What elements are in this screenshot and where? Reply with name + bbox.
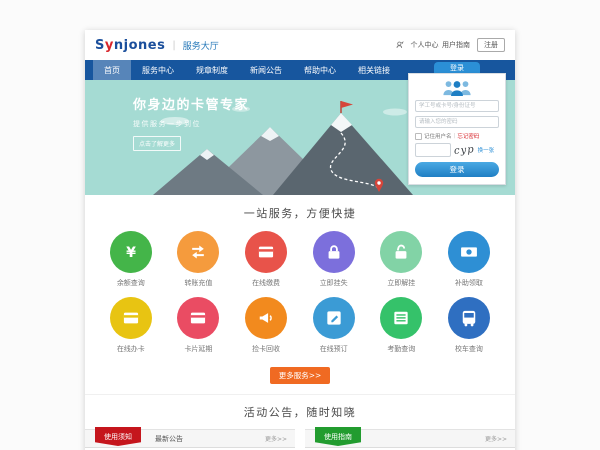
users-group-icon [440,79,474,96]
remember-row: 记住用户名 | 忘记密码 [415,132,499,140]
logo: Synjones [95,38,165,53]
page: Synjones | 服务大厅 个人中心 用户指南 注册 首页服务中心规章制度新… [0,0,600,450]
header-link-0[interactable]: 个人中心 [411,41,439,49]
service-label: 校车查询 [435,344,503,354]
usage-notice-tab[interactable]: 使用须知 [95,427,141,446]
login-row-divider: | [454,133,456,139]
services-section: 一站服务，方便快捷 ¥ 余额查询转账充值在线缴费立即挂失立即解挂补助领取在线办卡卡… [85,195,515,394]
more-services-button[interactable]: 更多服务>> [270,367,331,384]
notice-panel-header: 使用须知 最新公告 更多>> [85,429,295,448]
username-input[interactable] [415,100,499,112]
service-label: 立即解挂 [368,278,436,288]
latest-announcements-tab[interactable]: 最新公告 [155,434,183,444]
captcha-input[interactable] [415,143,451,157]
header-link-1[interactable]: 用户指南 [442,41,470,49]
guide-panel: 使用指南 更多>> [305,429,515,448]
nav-item-3[interactable]: 新闻公告 [239,60,293,80]
service-label: 卡片延期 [165,344,233,354]
site-tagline: 服务大厅 [183,39,219,52]
bus-icon [448,297,490,339]
nav-item-4[interactable]: 帮助中心 [293,60,347,80]
services-grid: ¥ 余额查询转账充值在线缴费立即挂失立即解挂补助领取在线办卡卡片延期捡卡回收在线预… [85,231,515,363]
service-label: 在线预订 [300,344,368,354]
captcha-row: cyp 换一张 [415,143,499,157]
notice-panel: 使用须知 最新公告 更多>> [85,429,295,448]
hero-subtitle: 提供服务一步到位 [133,119,249,129]
svg-text:¥: ¥ [126,245,136,261]
hero-title: 你身边的卡管专家 [133,94,249,113]
service-label: 在线缴费 [232,278,300,288]
site-container: Synjones | 服务大厅 个人中心 用户指南 注册 首页服务中心规章制度新… [85,30,515,450]
nav-item-2[interactable]: 规章制度 [185,60,239,80]
card-icon [245,231,287,273]
logo-text-prefix: S [95,38,105,53]
banknote-icon [448,231,490,273]
notice-more-link[interactable]: 更多>> [265,434,287,443]
edit-icon [313,297,355,339]
announcements-title: 活动公告，随时知晓 [85,404,515,420]
person-icon [396,41,404,49]
announcement-panels: 使用须知 最新公告 更多>> 使用指南 更多>> [85,429,515,450]
header-right: 个人中心 用户指南 注册 [396,38,506,52]
logo-text-suffix: njones [114,38,165,53]
service-label: 在线办卡 [97,344,165,354]
header-divider: | [172,40,175,51]
usage-guide-tab[interactable]: 使用指南 [315,427,361,446]
service-item-5[interactable]: 补助领取 [435,231,503,288]
login-tab[interactable]: 登录 [434,62,480,73]
remember-label: 记住用户名 [424,132,452,140]
service-label: 立即挂失 [300,278,368,288]
captcha-refresh-link[interactable]: 换一张 [478,146,495,154]
service-item-7[interactable]: 卡片延期 [165,297,233,354]
register-button[interactable]: 注册 [477,38,505,52]
service-label: 转账充值 [165,278,233,288]
unlock-icon [380,231,422,273]
service-label: 余额查询 [97,278,165,288]
hero-cta-button[interactable]: 点击了解更多 [133,136,181,151]
announcements-section: 活动公告，随时知晓 使用须知 最新公告 更多>> 使用指南 更多>> [85,394,515,450]
transfer-icon [177,231,219,273]
service-item-3[interactable]: 立即挂失 [300,231,368,288]
nav-item-5[interactable]: 相关链接 [347,60,401,80]
service-label: 考勤查询 [368,344,436,354]
guide-panel-header: 使用指南 更多>> [305,429,515,448]
guide-more-link[interactable]: 更多>> [485,434,507,443]
password-input[interactable] [415,116,499,128]
hero-banner: 你身边的卡管专家 提供服务一步到位 点击了解更多 登录 [85,80,515,195]
service-item-10[interactable]: 考勤查询 [368,297,436,354]
login-panel: 登录 记住用户名 [408,62,506,185]
top-header: Synjones | 服务大厅 个人中心 用户指南 注册 [85,30,515,60]
header-links: 个人中心 用户指南 [411,40,471,50]
service-item-0[interactable]: ¥ 余额查询 [97,231,165,288]
captcha-image[interactable]: cyp [454,144,476,157]
service-item-2[interactable]: 在线缴费 [232,231,300,288]
service-item-9[interactable]: 在线预订 [300,297,368,354]
service-label: 捡卡回收 [232,344,300,354]
service-label: 补助领取 [435,278,503,288]
forgot-password-link[interactable]: 忘记密码 [457,132,479,140]
service-item-1[interactable]: 转账充值 [165,231,233,288]
nav-item-1[interactable]: 服务中心 [131,60,185,80]
login-submit-button[interactable]: 登录 [415,162,499,177]
service-item-6[interactable]: 在线办卡 [97,297,165,354]
login-form: 记住用户名 | 忘记密码 cyp 换一张 登录 [408,73,506,185]
logo-arrow-icon: y [105,38,114,53]
services-title: 一站服务，方便快捷 [85,205,515,221]
service-item-8[interactable]: 捡卡回收 [232,297,300,354]
service-item-11[interactable]: 校车查询 [435,297,503,354]
list-icon [380,297,422,339]
remember-checkbox[interactable] [415,133,422,140]
card-icon [177,297,219,339]
service-item-4[interactable]: 立即解挂 [368,231,436,288]
yen-icon: ¥ [110,231,152,273]
nav-item-0[interactable]: 首页 [93,60,131,80]
hero-copy: 你身边的卡管专家 提供服务一步到位 点击了解更多 [133,94,249,151]
megaphone-icon [245,297,287,339]
card-icon [110,297,152,339]
lock-icon [313,231,355,273]
